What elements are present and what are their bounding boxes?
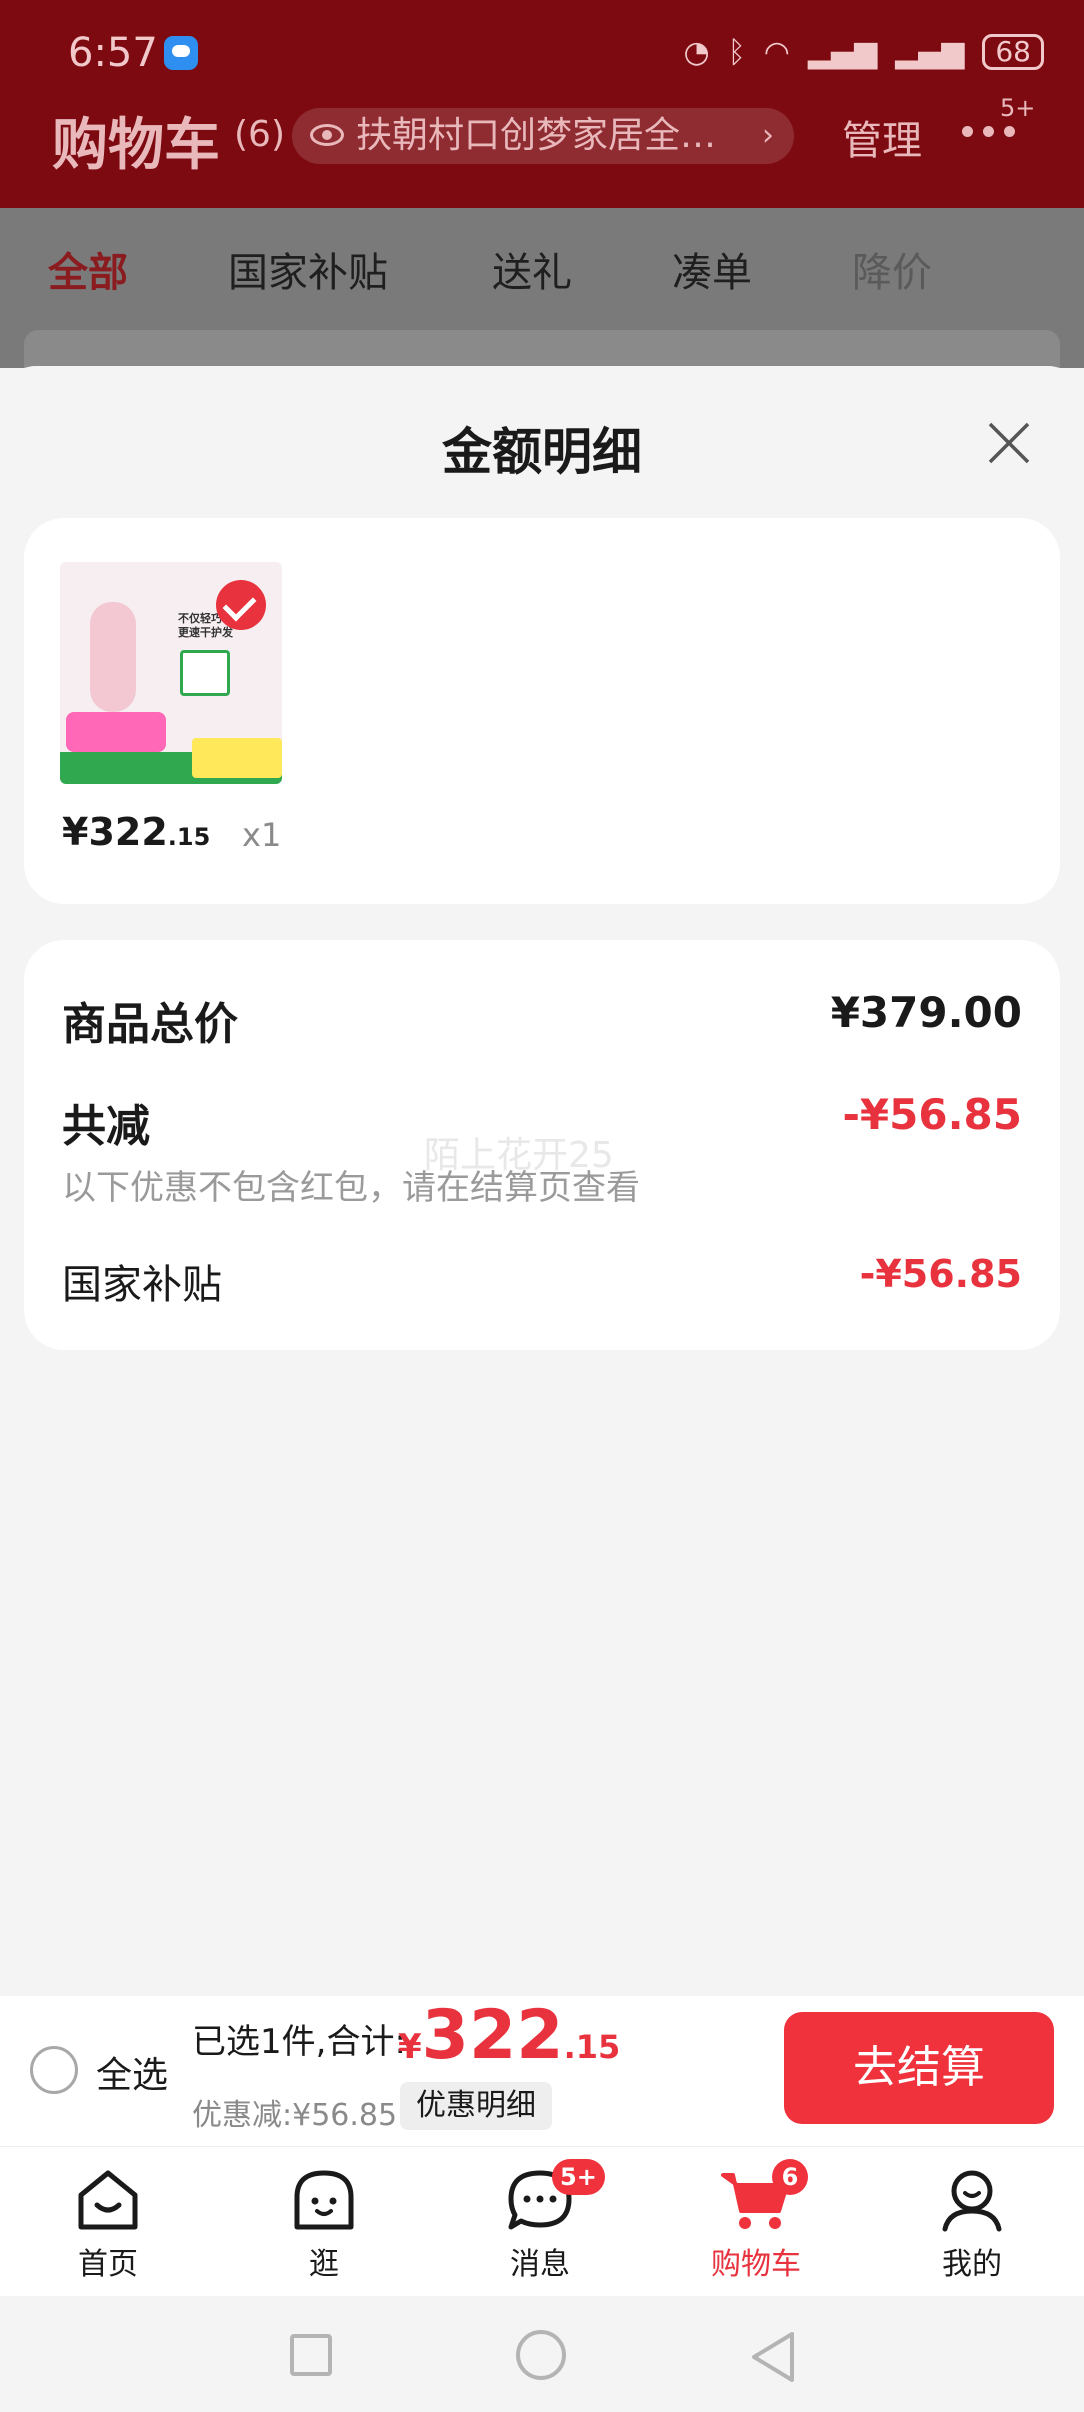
status-icons: ◔ ᛒ ◠ ▂▄▆ ▂▄▆ 68 (684, 34, 1044, 70)
tab-home-label: 首页 (78, 2247, 138, 2282)
more-menu-button[interactable] (962, 126, 1015, 137)
subsidy-label: 国家补贴 (62, 1262, 222, 1308)
discount-label: 共减 (62, 1101, 150, 1152)
tab-browse[interactable]: 逛 (244, 2167, 404, 2283)
status-time: 6:57 (68, 30, 158, 76)
address-selector[interactable]: 扶朝村口创梦家居全… › (292, 108, 794, 164)
more-badge: 5+ (1000, 94, 1036, 122)
tab-all[interactable]: 全部 (48, 240, 128, 298)
signal-icon-2: ▂▄▆ (895, 34, 965, 70)
price-summary-card: 商品总价 ¥379.00 共减 -¥56.85 陌上花开25 以下优惠不包含红包… (24, 940, 1060, 1350)
tab-gift[interactable]: 送礼 (492, 240, 572, 298)
discount-summary: 优惠减:¥56.85 (192, 2098, 398, 2133)
discount-detail-button[interactable]: 优惠明细 (400, 2082, 552, 2130)
browse-icon (294, 2170, 354, 2230)
subsidy-value: -¥56.85 (859, 1252, 1022, 1296)
checkout-button[interactable]: 去结算 (784, 2012, 1054, 2124)
eye-icon (310, 124, 344, 146)
tab-messages-label: 消息 (510, 2247, 570, 2282)
tab-profile[interactable]: 我的 (892, 2167, 1052, 2283)
category-tabs: 全部 国家补贴 送礼 凑单 降价 (0, 240, 1084, 300)
bottom-tab-bar: 首页 逛 消息 5+ 购物车 6 我的 (0, 2146, 1084, 2296)
alarm-icon: ◔ (683, 34, 710, 70)
profile-icon (942, 2170, 1002, 2232)
tab-messages[interactable]: 消息 5+ (460, 2159, 620, 2283)
message-badge: 5+ (552, 2159, 605, 2195)
tab-cart-label: 购物车 (711, 2247, 801, 2282)
selected-count-text: 已选1件,合计: (192, 2022, 406, 2062)
cart-badge: 6 (772, 2159, 808, 2195)
manage-button[interactable]: 管理 (842, 108, 922, 166)
home-icon (78, 2170, 138, 2230)
selected-check-icon (216, 580, 266, 630)
tab-home[interactable]: 首页 (28, 2167, 188, 2283)
discount-value: -¥56.85 (842, 1090, 1022, 1139)
bluetooth-icon: ᛒ (727, 34, 746, 70)
checkout-bar: 全选 已选1件,合计: ¥322.15 优惠减:¥56.85 优惠明细 去结算 (0, 1996, 1084, 2146)
tab-price-drop[interactable]: 降价 (852, 240, 932, 298)
message-notification-icon (164, 36, 198, 70)
signal-icon: ▂▄▆ (807, 34, 878, 70)
recent-apps-icon[interactable] (290, 2334, 332, 2376)
tab-cart[interactable]: 购物车 6 (676, 2159, 836, 2283)
total-price-value: ¥379.00 (830, 988, 1022, 1037)
close-icon[interactable] (984, 418, 1034, 468)
tab-profile-label: 我的 (942, 2247, 1002, 2282)
select-all-checkbox[interactable] (30, 2046, 78, 2094)
home-button-icon[interactable] (516, 2330, 566, 2380)
page-title: 购物车 (52, 113, 220, 178)
tab-national-subsidy[interactable]: 国家补贴 (228, 240, 388, 298)
product-price: ¥322.15 (62, 810, 211, 854)
status-bar: 6:57 ◔ ᛒ ◠ ▂▄▆ ▂▄▆ 68 (0, 30, 1084, 86)
amount-detail-sheet: 金额明细 不仅轻巧 更速干护发 ¥322.15 x1 商品总价 ¥379.00 共… (0, 366, 1084, 1996)
chevron-right-icon: › (762, 118, 774, 153)
product-thumbnail[interactable]: 不仅轻巧 更速干护发 (60, 562, 282, 784)
address-text: 扶朝村口创梦家居全… (356, 115, 717, 156)
total-price-label: 商品总价 (62, 999, 238, 1050)
selected-summary: 已选1件,合计: (192, 2014, 406, 2063)
system-nav-bar (0, 2296, 1084, 2412)
back-icon[interactable] (748, 2330, 798, 2384)
tab-bundle[interactable]: 凑单 (672, 240, 752, 298)
select-all-label[interactable]: 全选 (96, 2046, 168, 2098)
product-quantity: x1 (242, 816, 282, 854)
battery-icon: 68 (982, 34, 1044, 70)
wifi-icon: ◠ (763, 34, 790, 70)
sheet-title: 金额明细 (442, 423, 642, 481)
cart-count: (6) (234, 114, 285, 155)
total-amount: ¥322.15 (398, 1996, 621, 2075)
discount-note: 以下优惠不包含红包，请在结算页查看 (62, 1168, 640, 1208)
product-card: 不仅轻巧 更速干护发 ¥322.15 x1 (24, 518, 1060, 904)
tab-browse-label: 逛 (309, 2247, 339, 2282)
